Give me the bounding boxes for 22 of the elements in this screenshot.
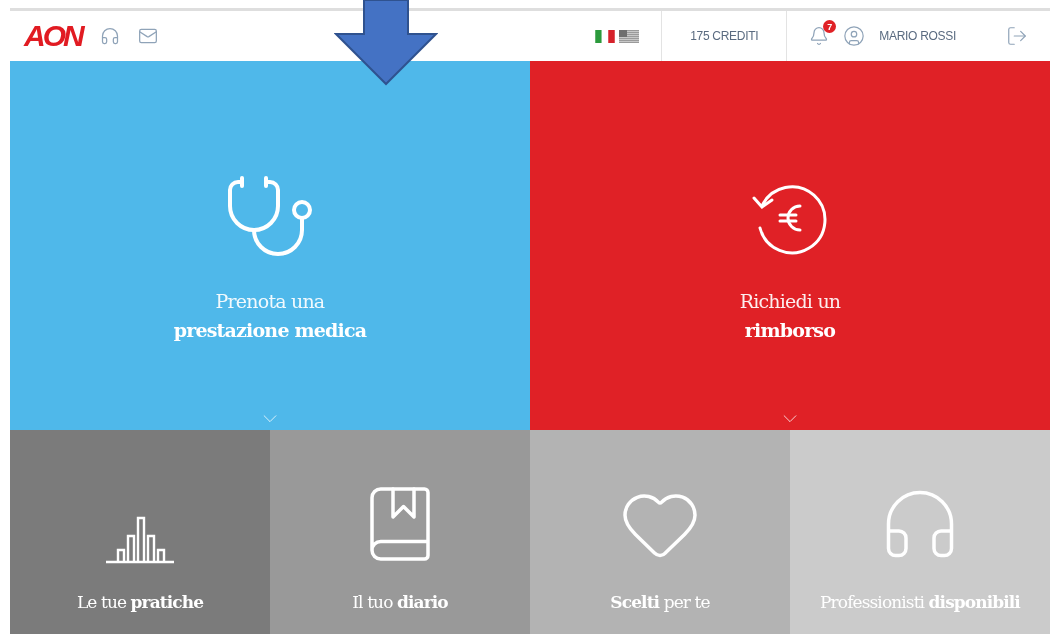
bell-icon[interactable] bbox=[809, 26, 830, 46]
shortcut-tile[interactable]: Il tuo diario bbox=[270, 430, 530, 634]
logout-icon[interactable] bbox=[1006, 25, 1028, 47]
logo[interactable]: AON bbox=[24, 19, 82, 53]
tile-label: Le tue pratiche bbox=[76, 592, 204, 612]
service-tile[interactable]: Richiedi un rimborso bbox=[530, 61, 1050, 430]
tile-title: prestazione medica bbox=[173, 317, 367, 343]
tile-label: Scelti per te bbox=[610, 592, 710, 612]
service-tile[interactable]: Prenota una prestazione medica bbox=[10, 61, 530, 430]
tile-title: Richiedi un bbox=[739, 288, 841, 314]
headset-icon[interactable] bbox=[99, 26, 120, 46]
user-icon[interactable] bbox=[843, 25, 866, 47]
mail-icon[interactable] bbox=[137, 26, 158, 46]
notification-badge: 7 bbox=[823, 20, 837, 33]
flag-icon[interactable] bbox=[619, 29, 640, 43]
flag-icon[interactable] bbox=[595, 29, 616, 43]
credits-text[interactable]: 175 CREDITI bbox=[684, 29, 765, 43]
user-name[interactable]: MARIO ROSSI bbox=[879, 29, 956, 43]
shortcut-tile[interactable]: Le tue pratiche bbox=[10, 430, 270, 634]
tile-label: Il tuo diario bbox=[352, 592, 448, 612]
tile-title: Prenota una bbox=[215, 288, 325, 314]
tile-title: rimborso bbox=[744, 317, 836, 343]
